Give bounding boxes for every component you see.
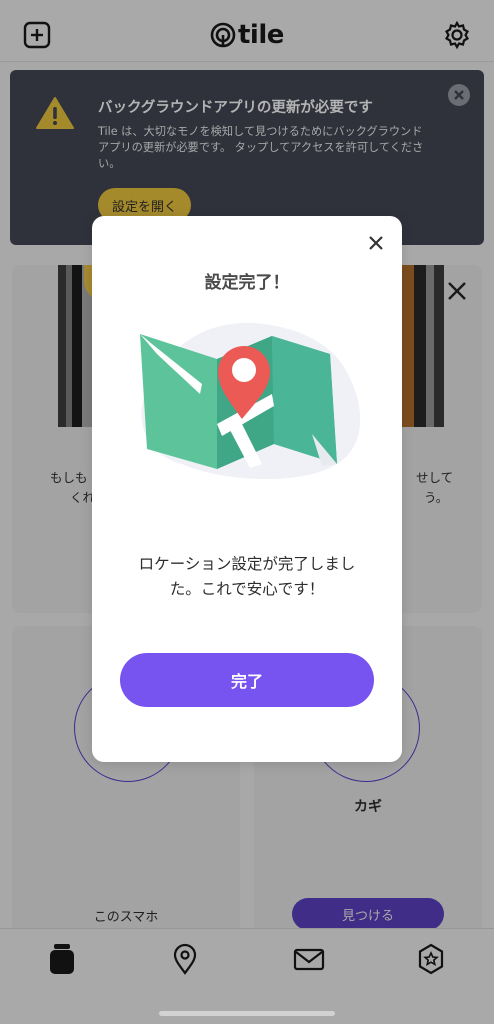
dialog-title: 設定完了！: [204, 273, 290, 293]
card-text: せして う。: [416, 468, 453, 508]
card-text-line: せして: [416, 470, 454, 485]
dialog-message-line: た。これで安心です！: [169, 580, 325, 598]
tile-logo-mark-icon: [210, 22, 236, 48]
dialog-message: ロケーション設定が完了しまし た。これで安心です！: [112, 552, 382, 602]
banner-body: Tile は、大切なモノを検知して見つけるためにバックグラウンドアプリの更新が必…: [98, 125, 424, 170]
banner-title: バックグラウンドアプリの更新が必要です: [98, 100, 373, 116]
tile-logo: tile: [210, 18, 284, 52]
map-pin-illustration: [140, 323, 361, 480]
close-icon[interactable]: [367, 234, 385, 252]
done-button[interactable]: 完了: [120, 653, 374, 707]
card-text-line: もしも: [50, 470, 88, 485]
close-icon: [454, 90, 464, 100]
mail-icon[interactable]: [293, 943, 325, 975]
settings-button[interactable]: [442, 20, 472, 50]
logo-text: tile: [238, 20, 284, 50]
warning-icon: [36, 97, 74, 129]
card-text-line: う。: [424, 490, 449, 505]
device-name: このスマホ: [93, 910, 159, 925]
star-badge-icon[interactable]: [417, 943, 445, 975]
home-indicator: [159, 1011, 335, 1016]
dialog-message-line: ロケーション設定が完了しまし: [138, 555, 356, 573]
gear-icon: [444, 20, 470, 50]
tab-bar: [0, 928, 494, 1024]
card-text: もしも くれ: [50, 468, 95, 508]
setup-complete-dialog: 設定完了！ ロケーション設定が完了しまし た。これで安心です！ 完了: [92, 216, 402, 762]
location-pin-icon[interactable]: [171, 943, 199, 975]
device-name: カギ: [354, 799, 382, 815]
find-button[interactable]: 見つける: [292, 898, 444, 930]
plus-square-icon: [23, 21, 51, 49]
app-header: tile: [0, 0, 494, 62]
tile-device-icon[interactable]: [48, 943, 76, 975]
card-text-line: くれ: [70, 490, 96, 505]
add-device-button[interactable]: [22, 20, 52, 50]
close-icon[interactable]: [446, 280, 468, 302]
banner-close-button[interactable]: [448, 84, 470, 106]
